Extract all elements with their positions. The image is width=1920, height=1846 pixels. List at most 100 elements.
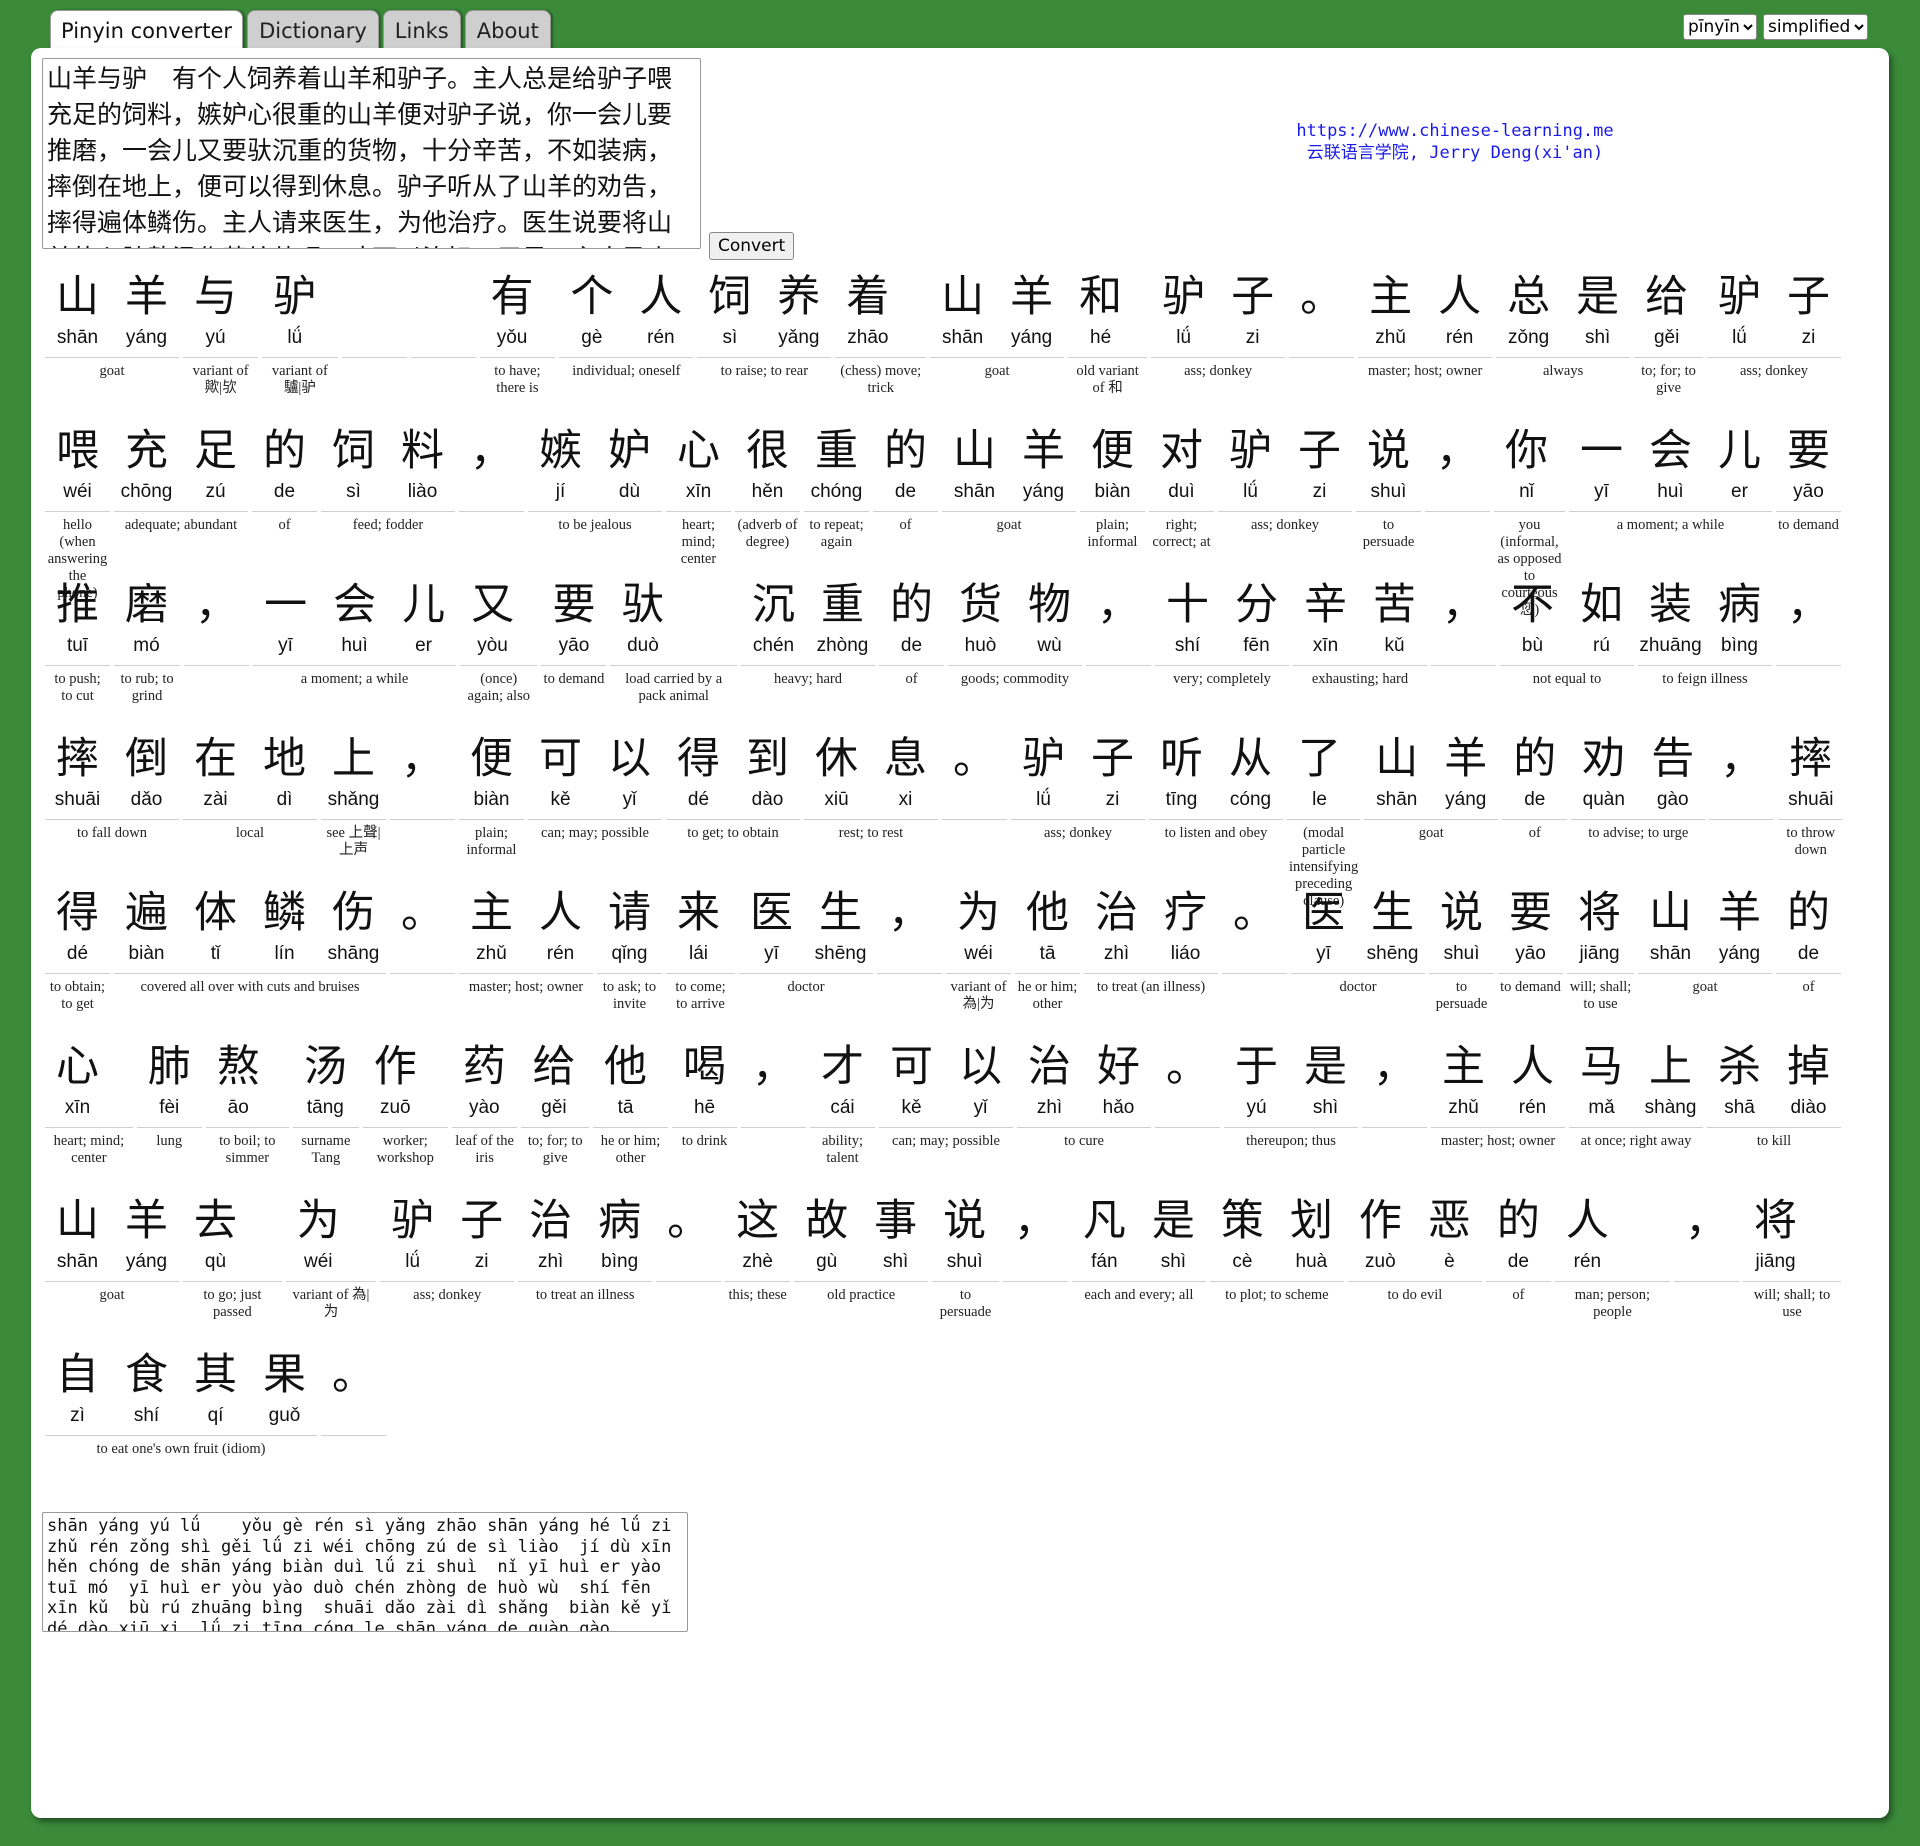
word-group[interactable]: 了 le (modal particle intensifying precedin… xyxy=(1287,734,1361,909)
word-group[interactable]: ， xyxy=(390,734,455,887)
word-group[interactable]: 驴 lǘ 子 zi ass; donkey xyxy=(1011,734,1145,887)
word-group[interactable]: ， xyxy=(741,1042,807,1195)
word-group[interactable]: 喝 hē to drink xyxy=(672,1042,738,1195)
word-group[interactable]: ， xyxy=(1674,1196,1740,1349)
word-group[interactable]: ， xyxy=(1002,1196,1068,1349)
word-group[interactable]: 策 cè 划 huà to plot; to scheme xyxy=(1209,1196,1344,1349)
word-group[interactable]: 听 tīng 从 cóng to listen and obey xyxy=(1149,734,1283,887)
word-group[interactable]: 的 de of xyxy=(873,426,938,579)
word-group[interactable]: 休 xiū 息 xi rest; to rest xyxy=(804,734,938,887)
word-group[interactable]: 驴 lǘ 子 zi ass; donkey xyxy=(1706,272,1841,425)
word-group[interactable]: 治 zhì 疗 liáo to treat (an illness) xyxy=(1084,888,1219,1041)
word-group[interactable]: 山 shān 羊 yáng goat xyxy=(942,426,1076,579)
word-group[interactable]: 充 chōng 足 zú adequate; abundant xyxy=(114,426,248,579)
word-group[interactable]: ， xyxy=(459,426,524,579)
word-group[interactable]: 可 kě 以 yǐ can; may; possible xyxy=(528,734,662,887)
word-group[interactable]: 上 shǎng see 上聲|上声 xyxy=(321,734,386,887)
tab-about[interactable]: About xyxy=(464,10,551,50)
word-group[interactable]: ， xyxy=(1776,580,1841,733)
word-group[interactable]: 饲 sì 养 yǎng to raise; to rear xyxy=(697,272,832,425)
word-group[interactable]: ， xyxy=(877,888,943,1041)
word-group[interactable]: 医 yī 生 shēng doctor xyxy=(739,888,874,1041)
word-group[interactable]: 山 shān 羊 yáng goat xyxy=(45,1196,179,1349)
word-group[interactable]: 推 tuī to push; to cut xyxy=(45,580,110,733)
word-group[interactable]: 这 zhè this; these xyxy=(725,1196,791,1349)
word-group[interactable]: 熬 āo to boil; to simmer xyxy=(205,1042,289,1195)
word-group[interactable]: 山 shān 羊 yáng goat xyxy=(1638,888,1772,1041)
word-group[interactable]: 一 yī 会 huì 儿 er a moment; a while xyxy=(253,580,457,733)
word-group[interactable]: 说 shuì to persuade xyxy=(1429,888,1495,1041)
word-group[interactable]: 山 shān 羊 yáng goat xyxy=(45,272,179,425)
word-group[interactable]: 主 zhǔ 人 rén master; host; owner xyxy=(1358,272,1493,425)
word-group[interactable]: ， xyxy=(1086,580,1151,733)
word-group[interactable]: 的 de of xyxy=(1502,734,1568,887)
word-group[interactable]: 驴 lǘ 子 zi ass; donkey xyxy=(1218,426,1352,579)
chinese-input[interactable]: 山羊与驴 有个人饲养着山羊和驴子。主人总是给驴子喂充足的饲料，嫉妒心很重的山羊便… xyxy=(42,58,701,249)
word-group[interactable]: 杀 shā 掉 diào to kill xyxy=(1707,1042,1842,1195)
word-group[interactable]: 重 chóng to repeat; again xyxy=(804,426,869,579)
word-group[interactable]: 十 shí 分 fēn very; completely xyxy=(1155,580,1289,733)
word-group[interactable]: 你 nǐ you (informal, as opposed to courteou… xyxy=(1494,426,1565,618)
word-group[interactable]: 驴 lǘ variant of 驢|驴 xyxy=(262,272,338,425)
word-group[interactable]: 劝 quàn 告 gào to advise; to urge xyxy=(1571,734,1706,887)
word-group[interactable]: 医 yī 生 shēng doctor xyxy=(1291,888,1426,1041)
word-group[interactable]: 驴 lǘ 子 zi ass; donkey xyxy=(380,1196,515,1349)
word-group[interactable]: 总 zǒng 是 shì always xyxy=(1496,272,1631,425)
word-group[interactable]: 凡 fán 是 shì each and every; all xyxy=(1071,1196,1206,1349)
word-group[interactable]: 治 zhì 好 hǎo to cure xyxy=(1017,1042,1152,1195)
word-group[interactable]: 磨 mó to rub; to grind xyxy=(114,580,181,733)
word-group[interactable]: 将 jiāng will; shall; to use xyxy=(1567,888,1634,1041)
convert-button[interactable]: Convert xyxy=(709,232,795,260)
word-group[interactable]: 摔 shuāi to throw down xyxy=(1778,734,1844,887)
word-group[interactable] xyxy=(410,272,476,425)
word-group[interactable]: 便 biàn plain; informal xyxy=(1080,426,1145,579)
word-group[interactable]: 驴 lǘ 子 zi ass; donkey xyxy=(1151,272,1286,425)
word-group[interactable] xyxy=(341,272,407,425)
word-group[interactable]: 对 duì right; correct; at xyxy=(1149,426,1214,579)
word-group[interactable]: 装 zhuāng 病 bìng to feign illness xyxy=(1638,580,1772,733)
word-group[interactable]: 又 yòu (once) again; also xyxy=(460,580,538,733)
tab-links[interactable]: Links xyxy=(382,10,461,50)
word-group[interactable]: 得 dé 到 dào to get; to obtain xyxy=(666,734,800,887)
word-group[interactable]: 马 mǎ 上 shàng at once; right away xyxy=(1569,1042,1704,1195)
romanization-select[interactable]: pīnyīn xyxy=(1683,14,1757,40)
word-group[interactable]: 便 biàn plain; informal xyxy=(459,734,524,887)
word-group[interactable]: 药 yào leaf of the iris xyxy=(451,1042,518,1195)
word-group[interactable]: 心 xīn heart; mind; center xyxy=(45,1042,133,1195)
word-group[interactable]: 汤 tāng surname Tang xyxy=(292,1042,359,1195)
word-group[interactable]: 作 zuò 恶 è to do evil xyxy=(1347,1196,1482,1349)
word-group[interactable]: 。 xyxy=(390,888,455,1041)
word-group[interactable]: 给 gěi to; for; to give xyxy=(521,1042,589,1195)
word-group[interactable]: 的 de of xyxy=(252,426,317,579)
word-group[interactable]: 为 wéi variant of 為|为 xyxy=(285,1196,377,1349)
word-group[interactable]: 摔 shuāi 倒 dǎo to fall down xyxy=(45,734,179,887)
word-group[interactable]: 故 gù 事 shì old practice xyxy=(794,1196,929,1349)
word-group[interactable]: 嫉 jí 妒 dù to be jealous xyxy=(528,426,662,579)
word-group[interactable]: ， xyxy=(184,580,250,733)
word-group[interactable]: 。 xyxy=(1155,1042,1221,1195)
word-group[interactable]: 要 yāo to demand xyxy=(1776,426,1841,579)
word-group[interactable]: ， xyxy=(1362,1042,1428,1195)
word-group[interactable]: 才 cái ability; talent xyxy=(810,1042,876,1195)
word-group[interactable]: 人 rén man; person; people xyxy=(1554,1196,1671,1349)
word-group[interactable]: 山 shān 羊 yáng goat xyxy=(1364,734,1499,887)
word-group[interactable]: 。 xyxy=(1222,888,1288,1041)
word-group[interactable]: 和 hé old variant of 和 xyxy=(1068,272,1148,425)
word-group[interactable]: 遍 biàn 体 tǐ 鳞 lín 伤 shāng covered all over with … xyxy=(114,888,386,1041)
word-group[interactable]: 喂 wéi hello (when answering the phone) xyxy=(45,426,110,601)
word-group[interactable]: 饲 sì 料 liào feed; fodder xyxy=(321,426,455,579)
word-group[interactable]: 主 zhǔ 人 rén master; host; owner xyxy=(1431,1042,1566,1195)
word-group[interactable]: 不 bù 如 rú not equal to xyxy=(1500,580,1634,733)
word-group[interactable]: 得 dé to obtain; to get xyxy=(45,888,110,1041)
word-group[interactable]: 他 tā he or him; other xyxy=(593,1042,669,1195)
word-group[interactable]: 说 shuì to persuade xyxy=(932,1196,999,1349)
word-group[interactable]: 治 zhì 病 bìng to treat an illness xyxy=(518,1196,653,1349)
word-group[interactable]: 来 lái to come; to arrive xyxy=(666,888,736,1041)
word-group[interactable]: 沉 chén 重 zhòng heavy; hard xyxy=(741,580,875,733)
word-group[interactable]: 于 yú 是 shì thereupon; thus xyxy=(1224,1042,1359,1195)
word-group[interactable]: 。 xyxy=(942,734,1007,887)
word-group[interactable]: 着 zhāo (chess) move; trick xyxy=(835,272,927,425)
word-group[interactable]: 给 gěi to; for; to give xyxy=(1634,272,1703,425)
word-group[interactable]: 个 gè 人 rén individual; oneself xyxy=(559,272,694,425)
word-group[interactable]: ， xyxy=(1709,734,1775,887)
